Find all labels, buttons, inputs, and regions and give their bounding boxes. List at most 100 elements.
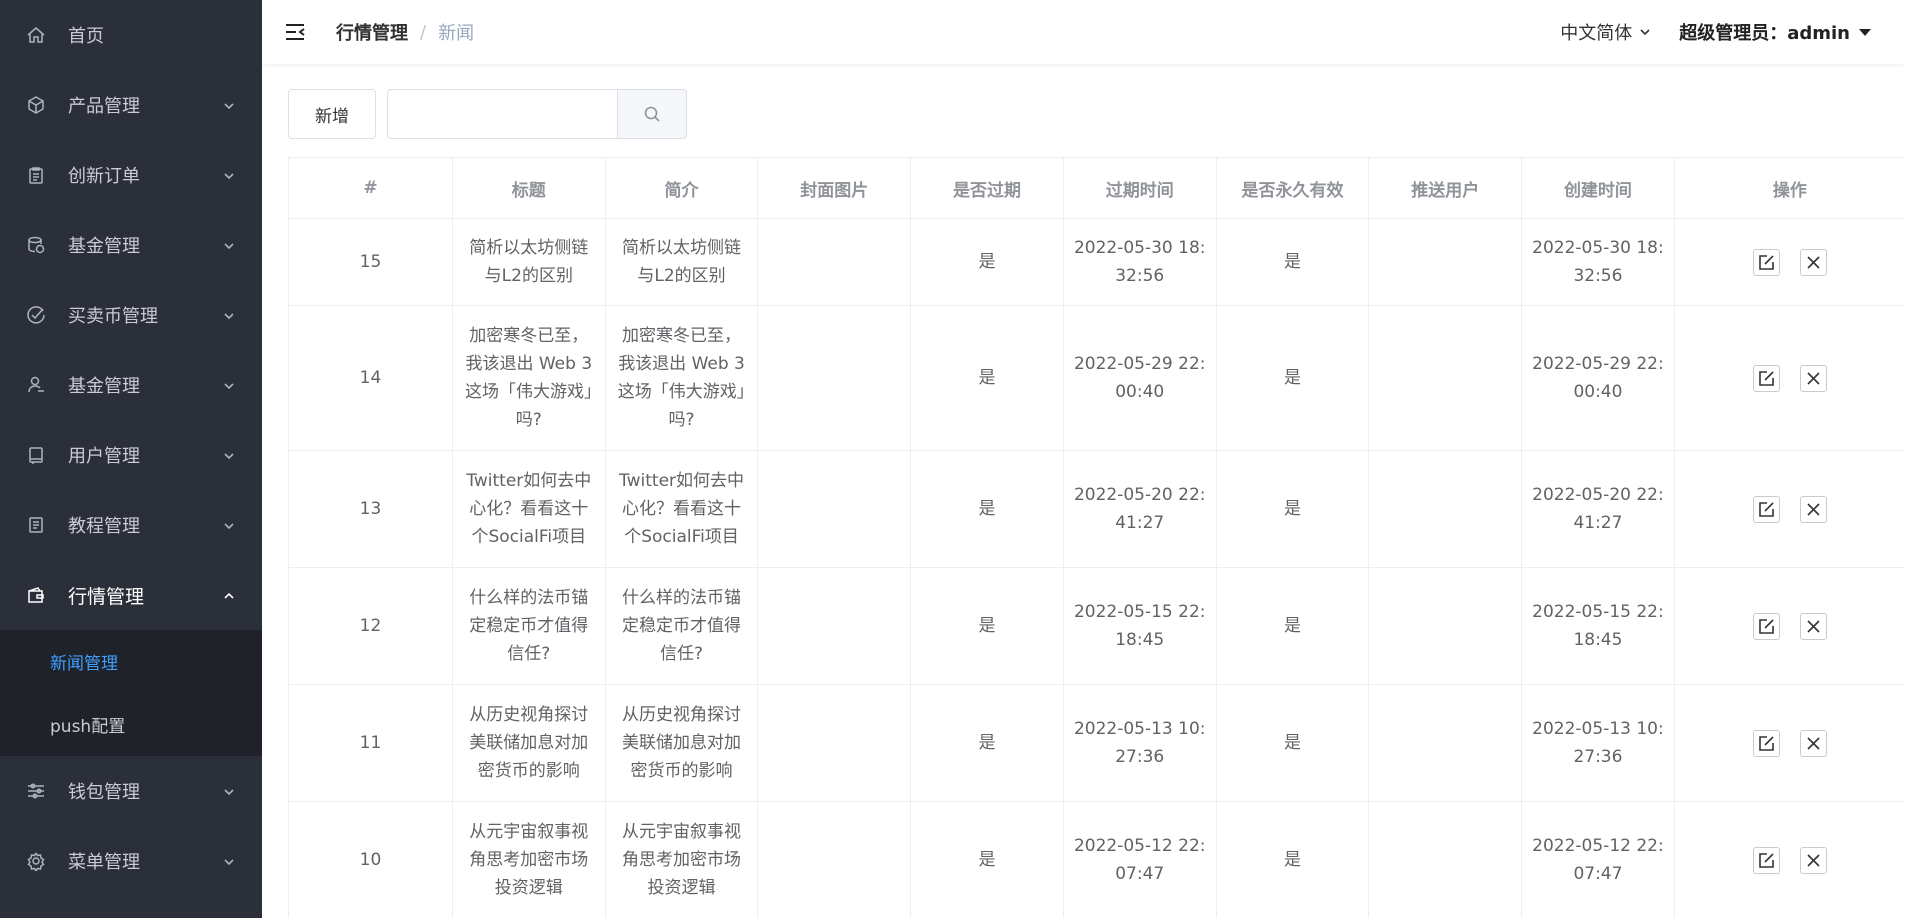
sidebar-item-label: 买卖币管理 <box>68 306 158 327</box>
cell-created: 2022-05-12 22:07:47 <box>1521 801 1675 918</box>
sidebar-item-label: 教程管理 <box>68 516 140 537</box>
close-icon <box>1807 853 1820 867</box>
column-header: 封面图片 <box>757 157 912 219</box>
cell-id: 12 <box>288 567 453 685</box>
chevron-up-icon <box>222 588 236 602</box>
chevron-down-icon <box>222 168 236 182</box>
cell-summary: 从历史视角探讨美联储加息对加密货币的影响 <box>604 684 759 802</box>
chevron-down-icon <box>222 854 236 868</box>
gear-icon <box>26 851 46 871</box>
add-button[interactable]: 新增 <box>288 89 376 139</box>
sidebar-item-menus[interactable]: 菜单管理 <box>0 826 262 896</box>
edit-button[interactable] <box>1752 729 1780 757</box>
cell-summary: 什么样的法币锚定稳定币才值得信任? <box>604 567 759 685</box>
close-icon <box>1807 619 1820 633</box>
search-button[interactable] <box>617 89 687 139</box>
edit-button[interactable] <box>1752 364 1780 392</box>
cell-created: 2022-05-15 22:18:45 <box>1521 567 1675 685</box>
chevron-down-icon <box>222 448 236 462</box>
close-icon <box>1807 736 1820 750</box>
cell-cover <box>757 801 912 918</box>
database-icon <box>26 235 46 255</box>
notebook-icon <box>26 445 46 465</box>
delete-button[interactable] <box>1799 364 1827 392</box>
cell-permanent: 是 <box>1215 684 1370 802</box>
sidebar-item-label: 行情管理 <box>68 585 145 608</box>
cell-push-user <box>1368 218 1523 306</box>
breadcrumb-item-market: 行情管理 <box>336 23 408 44</box>
cell-created: 2022-05-13 10:27:36 <box>1521 684 1675 802</box>
table-row: 15 简析以太坊侧链与L2的区别 简析以太坊侧链与L2的区别 是 2022-05… <box>288 218 1905 306</box>
cell-cover <box>757 218 912 306</box>
edit-icon <box>1759 254 1774 270</box>
delete-button[interactable] <box>1799 729 1827 757</box>
sidebar-item-wallet[interactable]: 钱包管理 <box>0 756 262 826</box>
cell-expired: 是 <box>910 567 1064 685</box>
cell-title: 从元宇宙叙事视角思考加密市场投资逻辑 <box>451 801 606 918</box>
cell-created: 2022-05-29 22:00:40 <box>1521 305 1675 451</box>
language-select[interactable]: 中文简体 <box>1560 19 1651 45</box>
chevron-down-icon <box>222 98 236 112</box>
menu-toggle-icon[interactable] <box>284 21 306 43</box>
user-icon <box>26 375 46 395</box>
user-menu[interactable]: 超级管理员：admin <box>1679 19 1871 45</box>
cell-title: 从历史视角探讨美联储加息对加密货币的影响 <box>451 684 606 802</box>
cell-expire-time: 2022-05-20 22:41:27 <box>1062 450 1217 568</box>
delete-button[interactable] <box>1799 495 1827 523</box>
edit-button[interactable] <box>1752 248 1780 276</box>
sidebar-item-home[interactable]: 首页 <box>0 0 262 70</box>
sidebar-subitem-news[interactable]: 新闻管理 <box>0 630 262 693</box>
sidebar-item-funds-2[interactable]: 基金管理 <box>0 350 262 420</box>
cell-push-user <box>1368 567 1523 685</box>
sidebar-item-funds[interactable]: 基金管理 <box>0 210 262 280</box>
chevron-down-icon <box>222 378 236 392</box>
table-row: 13 Twitter如何去中心化？看看这十个SocialFi项目 Twitter… <box>288 450 1905 568</box>
sidebar-item-tutorials[interactable]: 教程管理 <box>0 490 262 560</box>
topbar: 行情管理 / 新闻 中文简体 超级管理员：admin <box>262 0 1905 64</box>
sidebar-item-trade[interactable]: 买卖币管理 <box>0 280 262 350</box>
cell-permanent: 是 <box>1215 218 1370 306</box>
sidebar-item-orders[interactable]: 创新订单 <box>0 140 262 210</box>
cell-expired: 是 <box>910 218 1064 306</box>
chevron-down-icon <box>222 308 236 322</box>
cell-expired: 是 <box>910 305 1064 451</box>
cell-title: 加密寒冬已至，我该退出 Web 3 这场「伟大游戏」吗? <box>451 305 606 451</box>
news-table: # 标题 简介 封面图片 是否过期 过期时间 是否永久有效 推送用户 创建时间 … <box>288 157 1905 918</box>
cell-actions <box>1673 450 1905 568</box>
cell-cover <box>757 305 912 451</box>
search-box <box>387 89 687 139</box>
cell-title: 简析以太坊侧链与L2的区别 <box>451 218 606 306</box>
topbar-right: 中文简体 超级管理员：admin <box>1560 0 1871 64</box>
main-area: 行情管理 / 新闻 中文简体 超级管理员：admin 新增 # 标题 简介 封面… <box>262 0 1905 918</box>
check-circle-icon <box>26 305 46 325</box>
search-input[interactable] <box>387 89 617 139</box>
edit-button[interactable] <box>1752 612 1780 640</box>
sidebar-item-market[interactable]: 行情管理 <box>0 560 262 630</box>
sidebar-item-users[interactable]: 用户管理 <box>0 420 262 490</box>
cell-expire-time: 2022-05-13 10:27:36 <box>1062 684 1217 802</box>
content: 新增 # 标题 简介 封面图片 是否过期 过期时间 是否永久有效 推送用户 创建… <box>262 64 1905 918</box>
table-row: 10 从元宇宙叙事视角思考加密市场投资逻辑 从元宇宙叙事视角思考加密市场投资逻辑… <box>288 801 1905 918</box>
cell-expired: 是 <box>910 801 1064 918</box>
cell-summary: 从元宇宙叙事视角思考加密市场投资逻辑 <box>604 801 759 918</box>
column-header: 推送用户 <box>1368 157 1523 219</box>
sidebar-item-label: 首页 <box>68 26 104 47</box>
sidebar-subitem-push-config[interactable]: push配置 <box>0 693 262 756</box>
delete-button[interactable] <box>1799 846 1827 874</box>
cell-expired: 是 <box>910 450 1064 568</box>
caret-down-icon <box>1859 28 1871 36</box>
cell-created: 2022-05-30 18:32:56 <box>1521 218 1675 306</box>
column-header: 标题 <box>451 157 606 219</box>
sidebar-item-products[interactable]: 产品管理 <box>0 70 262 140</box>
cell-expire-time: 2022-05-12 22:07:47 <box>1062 801 1217 918</box>
edit-button[interactable] <box>1752 495 1780 523</box>
cell-summary: Twitter如何去中心化？看看这十个SocialFi项目 <box>604 450 759 568</box>
sidebar-item-label: 用户管理 <box>68 446 140 467</box>
cell-expire-time: 2022-05-15 22:18:45 <box>1062 567 1217 685</box>
delete-button[interactable] <box>1799 612 1827 640</box>
edit-icon <box>1759 370 1774 386</box>
sidebar-item-label: 钱包管理 <box>68 782 140 803</box>
edit-button[interactable] <box>1752 846 1780 874</box>
cell-id: 11 <box>288 684 453 802</box>
delete-button[interactable] <box>1799 248 1827 276</box>
